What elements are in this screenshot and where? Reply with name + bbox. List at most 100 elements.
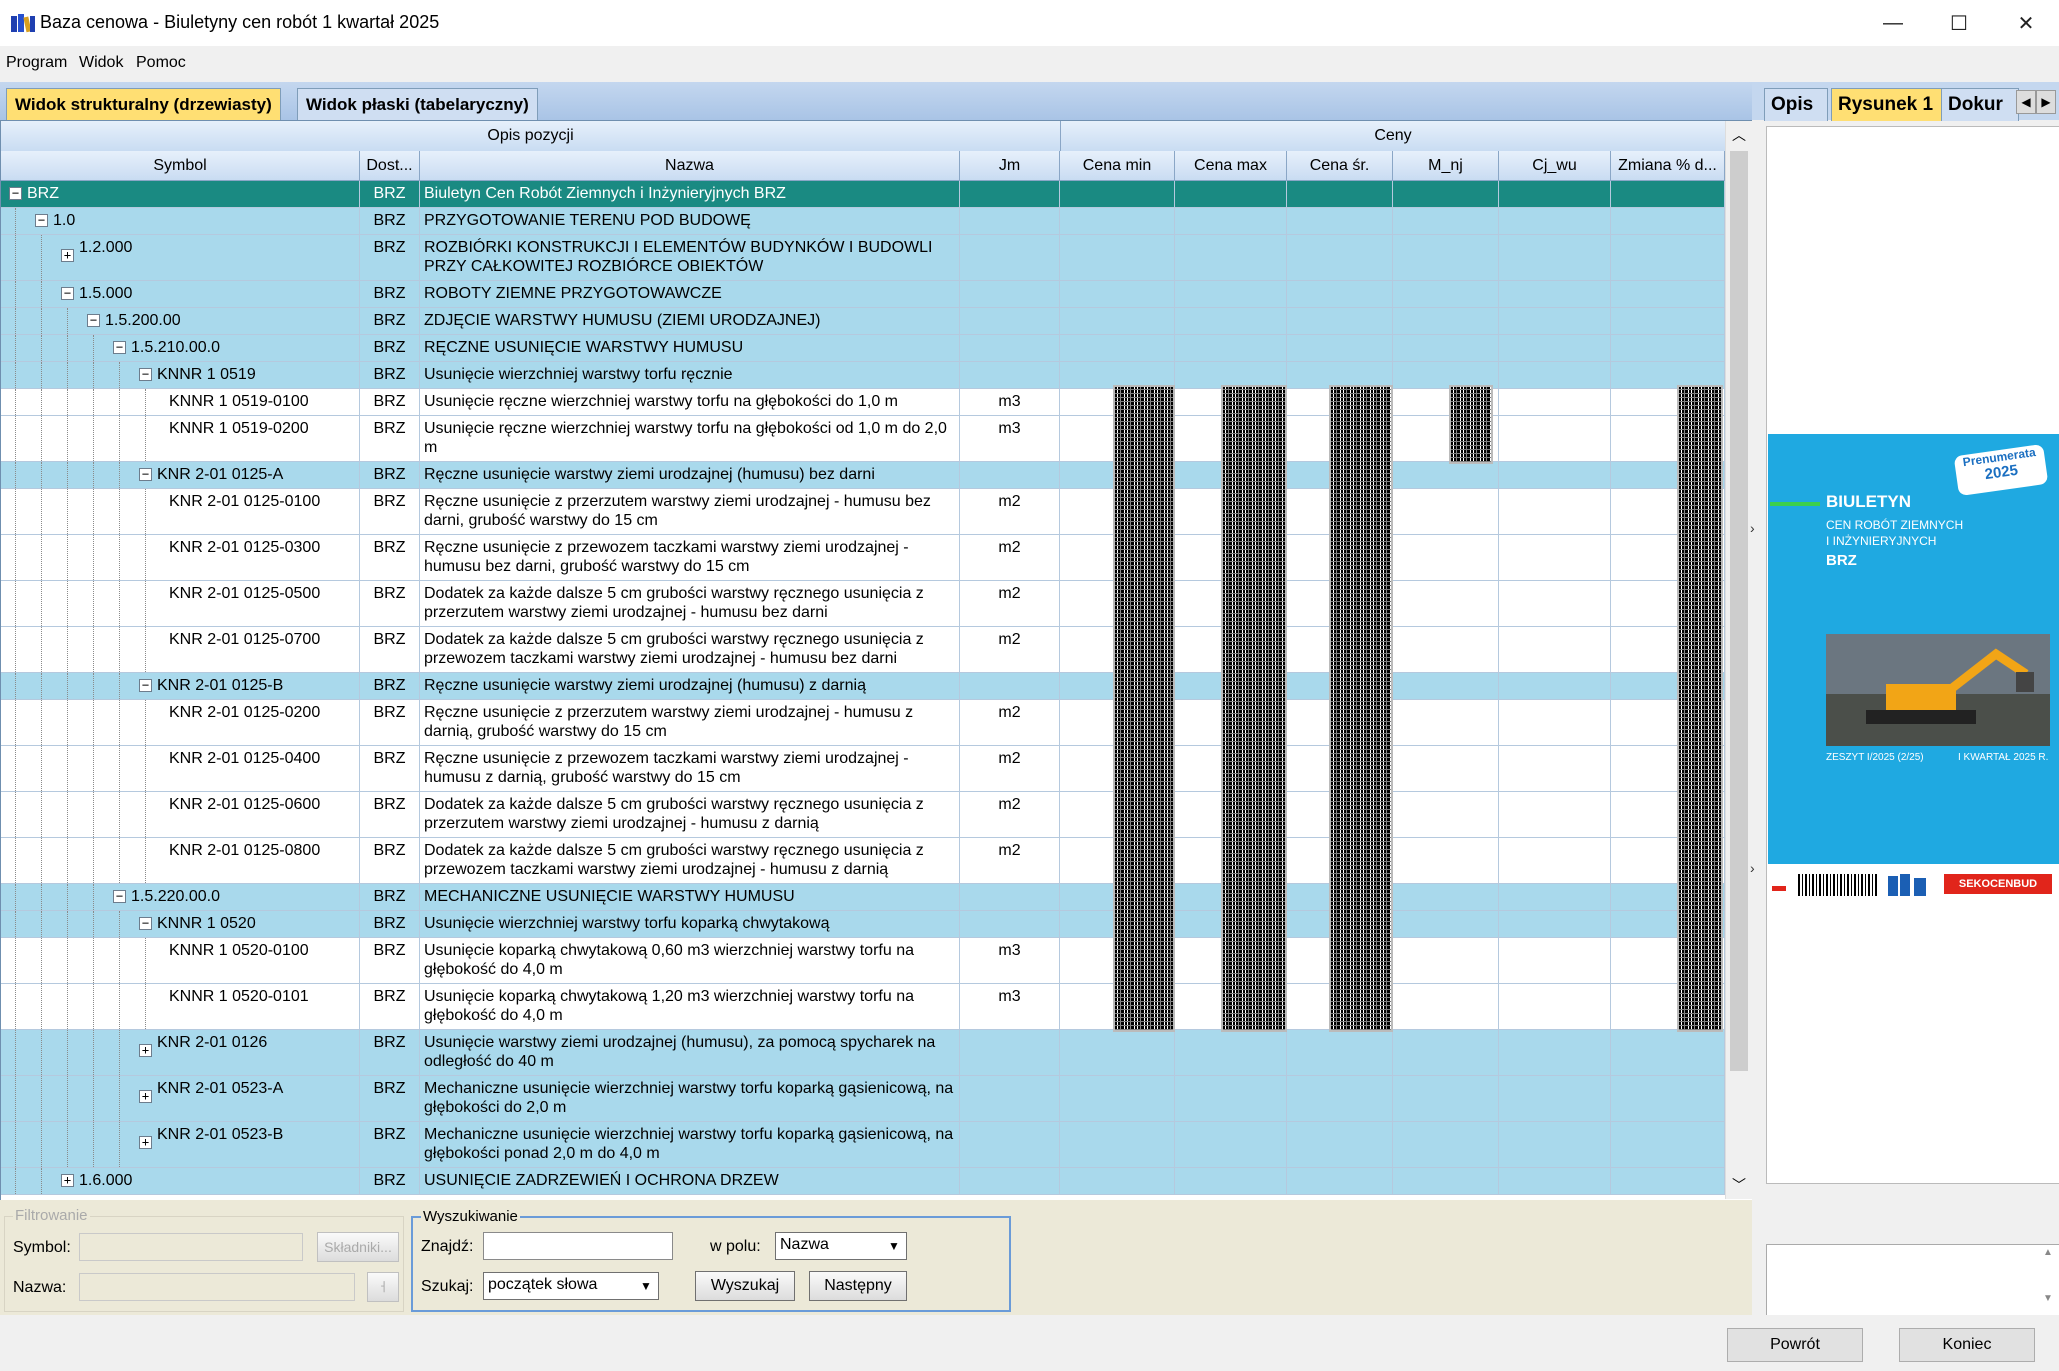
tree-guide-line (15, 984, 16, 1029)
band-header-row: Opis pozycji Ceny (1, 121, 1726, 152)
symbol-text: 1.5.000 (79, 285, 133, 302)
tab-opis[interactable]: Opis (1764, 88, 1828, 121)
table-row[interactable]: KNR 2-01 0125-0300 BRZ Ręczne usunięcie z … (1, 535, 1725, 581)
tab-scroll-left-icon[interactable]: ◀ (2016, 90, 2036, 114)
scroll-up-icon[interactable]: ▲ (2038, 1247, 2058, 1267)
cena-sr-cell (1287, 208, 1393, 235)
collapse-icon[interactable]: − (139, 468, 152, 481)
tab-dokumenty[interactable]: Dokur (1941, 88, 2019, 121)
symbol-text: KNR 2-01 0523-B (157, 1126, 284, 1143)
table-row[interactable]: +1.6.000 BRZ USUNIĘCIE ZADRZEWIEŃ I OCHRON… (1, 1168, 1725, 1195)
tree-guide-line (145, 838, 146, 883)
column-header-nazwa[interactable]: Nazwa (420, 151, 960, 181)
column-header-dost[interactable]: Dost... (360, 151, 420, 181)
column-header-cena-min[interactable]: Cena min (1060, 151, 1175, 181)
collapse-icon[interactable]: − (35, 214, 48, 227)
table-row[interactable]: + KNR 2-01 0523-B BRZ Mechaniczne usunięcie… (1, 1122, 1725, 1168)
filter-clear-button[interactable]: ㅓ (367, 1272, 399, 1302)
table-row[interactable]: KNR 2-01 0125-0100 BRZ Ręczne usunięcie z … (1, 489, 1725, 535)
splitter-arrow-icon[interactable]: › (1750, 860, 1755, 876)
table-row[interactable]: − KNR 2-01 0125-B BRZ Ręczne usunięcie wars… (1, 673, 1725, 700)
collapse-icon[interactable]: − (139, 679, 152, 692)
table-row[interactable]: −1.5.210.00.0 BRZ RĘCZNE USUNIĘCIE WARSTWY… (1, 335, 1725, 362)
collapse-icon[interactable]: − (113, 890, 126, 903)
tree-guide-line (119, 700, 120, 745)
cj-wu-cell (1499, 1168, 1611, 1195)
column-header-cena-max[interactable]: Cena max (1175, 151, 1287, 181)
table-row[interactable]: − BRZ BRZ Biuletyn Cen Robót Ziemnych i Inż… (1, 181, 1725, 208)
skladniki-button[interactable]: Składniki... (317, 1232, 399, 1262)
column-header-cj-wu[interactable]: Cj_wu (1499, 151, 1611, 181)
symbol-text: 1.5.200.00 (105, 312, 181, 329)
collapse-icon[interactable]: − (139, 368, 152, 381)
powrot-button[interactable]: Powrót (1727, 1328, 1863, 1362)
table-row[interactable]: KNR 2-01 0125-0600 BRZ Dodatek za każde da… (1, 792, 1725, 838)
table-row[interactable]: −1.5.200.00 BRZ ZDJĘCIE WARSTWY HUMUSU (ZI… (1, 308, 1725, 335)
splitter-arrow-icon[interactable]: › (1750, 520, 1755, 536)
expand-icon[interactable]: + (139, 1136, 152, 1149)
collapse-icon[interactable]: − (113, 341, 126, 354)
expand-icon[interactable]: + (139, 1044, 152, 1057)
tree-guide-line (145, 938, 146, 983)
column-header-jm[interactable]: Jm (960, 151, 1060, 181)
close-button[interactable]: ✕ (1993, 0, 2059, 46)
menu-pomoc[interactable]: Pomoc (136, 54, 186, 72)
table-row[interactable]: KNR 2-01 0125-0500 BRZ Dodatek za każde da… (1, 581, 1725, 627)
table-row[interactable]: −1.5.000 BRZ ROBOTY ZIEMNE PRZYGOTOWAWCZE (1, 281, 1725, 308)
right-text-area[interactable]: ▲ ▼ (1766, 1244, 2059, 1316)
search-input[interactable] (483, 1232, 673, 1260)
table-row[interactable]: − KNNR 1 0520 BRZ Usunięcie wierzchniej war… (1, 911, 1725, 938)
search-mode-select[interactable]: początek słowa ▼ (483, 1272, 659, 1300)
symbol-text: KNNR 1 0519-0100 (169, 393, 309, 410)
filter-symbol-input[interactable] (79, 1233, 303, 1261)
table-row[interactable]: + KNR 2-01 0126 BRZ Usunięcie warstwy ziemi… (1, 1030, 1725, 1076)
menu-program[interactable]: Program (6, 54, 67, 72)
tab-rysunek-1[interactable]: Rysunek 1 (1831, 88, 1947, 121)
koniec-button[interactable]: Koniec (1899, 1328, 2035, 1362)
scrollbar-thumb[interactable] (1730, 151, 1748, 1071)
symbol-text: KNR 2-01 0125-0300 (169, 539, 321, 556)
expand-icon[interactable]: + (61, 1174, 74, 1187)
collapse-icon[interactable]: − (61, 287, 74, 300)
scroll-down-icon[interactable]: ﹀ (1732, 1175, 1746, 1195)
table-row[interactable]: KNNR 1 0520-0100 BRZ Usunięcie koparką chw… (1, 938, 1725, 984)
tree-guide-line (119, 838, 120, 883)
jm-cell: m3 (960, 938, 1060, 984)
tree-guide-line (93, 581, 94, 626)
column-header-m-nj[interactable]: M_nj (1393, 151, 1499, 181)
tab-scroll-right-icon[interactable]: ▶ (2036, 90, 2056, 114)
filter-nazwa-input[interactable] (79, 1273, 355, 1301)
collapse-icon[interactable]: − (9, 187, 22, 200)
tree-guide-line (41, 746, 42, 791)
table-row[interactable]: KNR 2-01 0125-0700 BRZ Dodatek za każde da… (1, 627, 1725, 673)
tab-structural-view[interactable]: Widok strukturalny (drzewiasty) (6, 88, 281, 121)
table-row[interactable]: KNR 2-01 0125-0400 BRZ Ręczne usunięcie z … (1, 746, 1725, 792)
table-row[interactable]: − KNR 2-01 0125-A BRZ Ręczne usunięcie wars… (1, 462, 1725, 489)
table-row[interactable]: −1.5.220.00.0 BRZ MECHANICZNE USUNIĘCIE WA… (1, 884, 1725, 911)
tab-flat-view[interactable]: Widok płaski (tabelaryczny) (297, 88, 538, 121)
expand-icon[interactable]: + (139, 1090, 152, 1103)
menu-widok[interactable]: Widok (79, 54, 123, 72)
wyszukaj-button[interactable]: Wyszukaj (695, 1271, 795, 1301)
scroll-up-icon[interactable]: ︿ (1732, 125, 1746, 145)
maximize-button[interactable]: ☐ (1926, 0, 1992, 46)
expand-icon[interactable]: + (61, 249, 74, 262)
search-mode-value: początek słowa (488, 1276, 598, 1293)
vertical-scrollbar[interactable]: ︿ ﹀ (1725, 121, 1752, 1199)
field-select[interactable]: Nazwa ▼ (775, 1232, 907, 1260)
table-row[interactable]: −1.0 BRZ PRZYGOTOWANIE TERENU POD BUDOWĘ (1, 208, 1725, 235)
collapse-icon[interactable]: − (87, 314, 100, 327)
table-row[interactable]: +1.2.000 BRZ ROZBIÓRKI KONSTRUKCJI I ELEME… (1, 235, 1725, 281)
column-header-symbol[interactable]: Symbol (1, 151, 360, 181)
zmiana-cell (1611, 208, 1725, 235)
table-row[interactable]: KNNR 1 0520-0101 BRZ Usunięcie koparką chw… (1, 984, 1725, 1030)
collapse-icon[interactable]: − (139, 917, 152, 930)
table-row[interactable]: + KNR 2-01 0523-A BRZ Mechaniczne usunięcie… (1, 1076, 1725, 1122)
nastepny-button[interactable]: Następny (809, 1271, 907, 1301)
table-row[interactable]: KNR 2-01 0125-0200 BRZ Ręczne usunięcie z … (1, 700, 1725, 746)
scroll-down-icon[interactable]: ▼ (2038, 1293, 2058, 1313)
minimize-button[interactable]: — (1860, 0, 1926, 46)
column-header-cena-sr[interactable]: Cena śr. (1287, 151, 1393, 181)
table-row[interactable]: KNR 2-01 0125-0800 BRZ Dodatek za każde da… (1, 838, 1725, 884)
column-header-zmiana[interactable]: Zmiana % d... (1611, 151, 1725, 181)
